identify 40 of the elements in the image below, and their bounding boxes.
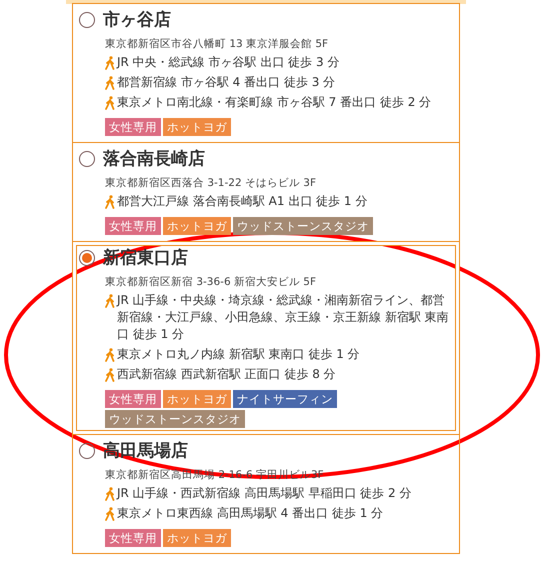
store-address: 東京都新宿区市谷八幡町 13 東京洋服会館 5F	[105, 37, 330, 51]
access-route: 東京メトロ丸ノ内線 新宿駅 東南口 徒歩 1 分	[117, 346, 361, 363]
walking-person-icon	[105, 348, 115, 362]
category-tag: ホットヨガ	[163, 390, 231, 408]
walking-person-icon	[105, 76, 115, 90]
store-name: 市ヶ谷店	[103, 9, 171, 31]
walking-person-icon	[105, 368, 115, 382]
radio-button[interactable]	[79, 150, 95, 166]
access-route: 東京メトロ東西線 高田馬場駅 4 番出口 徒歩 1 分	[117, 505, 384, 522]
walking-person-icon	[105, 56, 115, 70]
access-route: 西武新宿線 西武新宿駅 正面口 徒歩 8 分	[117, 366, 337, 383]
walking-person-icon	[105, 487, 115, 501]
radio-button[interactable]	[79, 250, 95, 266]
store-name: 落合南長崎店	[103, 148, 205, 170]
category-tag: 女性専用	[105, 217, 161, 235]
category-tag: 女性専用	[105, 529, 161, 547]
walking-person-icon	[105, 294, 115, 308]
radio-button[interactable]	[79, 442, 95, 458]
walking-person-icon	[105, 507, 115, 521]
store-card[interactable]: 市ヶ谷店 東京都新宿区市谷八幡町 13 東京洋服会館 5F JR 中央・総武線 市ヶ谷駅 出口 徒歩 3 分 都営新宿線 市ヶ谷駅 4 番出口 徒歩 3 分 東京メトロ南北線・有楽町線 市ヶ谷駅 7 番出口 徒歩 2 分 女性専用 ホットヨガ	[72, 3, 460, 143]
category-tag: ホットヨガ	[163, 118, 231, 136]
store-card[interactable]: 落合南長崎店 東京都新宿区西落合 3-1-22 そはらビル 3F 都営大江戸線 落合南長崎駅 A1 出口 徒歩 1 分 女性専用 ホットヨガ ウッドストーンスタジオ	[72, 142, 460, 242]
access-route: JR 山手線・西武新宿線 高田馬場駅 早稲田口 徒歩 2 分	[117, 485, 412, 502]
access-route: JR 山手線・中央線・埼京線・総武線・湘南新宿ライン、都営新宿線・大江戸線、小田急線、京王線・京王新線 新宿駅 東南口 徒歩 1 分	[117, 292, 450, 343]
category-tag: ウッドストーンスタジオ	[233, 217, 373, 235]
store-address: 東京都新宿区新宿 3-36-6 新宿大安ビル 5F	[105, 275, 318, 289]
category-tag: ホットヨガ	[163, 529, 231, 547]
access-route: 都営大江戸線 落合南長崎駅 A1 出口 徒歩 1 分	[117, 193, 368, 210]
category-tag: ナイトサーフィン	[233, 390, 337, 408]
category-tag: 女性専用	[105, 390, 161, 408]
access-route: 都営新宿線 市ヶ谷駅 4 番出口 徒歩 3 分	[117, 74, 336, 91]
radio-button[interactable]	[79, 12, 95, 28]
category-tag: ウッドストーンスタジオ	[105, 410, 245, 428]
category-tag: 女性専用	[105, 118, 161, 136]
store-address: 東京都新宿区西落合 3-1-22 そはらビル 3F	[105, 176, 318, 190]
access-route: 東京メトロ南北線・有楽町線 市ヶ谷駅 7 番出口 徒歩 2 分	[117, 94, 432, 111]
walking-person-icon	[105, 96, 115, 110]
access-route: JR 中央・総武線 市ヶ谷駅 出口 徒歩 3 分	[117, 54, 340, 71]
walking-person-icon	[105, 195, 115, 209]
category-tag: ホットヨガ	[163, 217, 231, 235]
